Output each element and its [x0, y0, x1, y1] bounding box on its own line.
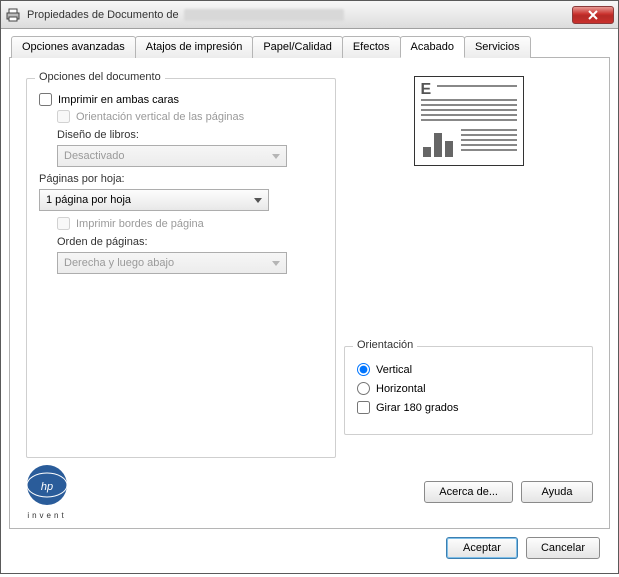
cancel-button[interactable]: Cancelar [526, 537, 600, 559]
orientation-group: Orientación Vertical Horizontal Girar 18… [344, 346, 593, 435]
print-page-borders-input [57, 217, 70, 230]
preview-letter-icon: E [421, 81, 432, 99]
orientation-landscape-radio[interactable]: Horizontal [357, 382, 580, 395]
window-title: Propiedades de Documento de [27, 0, 572, 29]
close-button[interactable] [572, 6, 614, 24]
rotate-180-checkbox[interactable]: Girar 180 grados [357, 401, 580, 414]
hp-logo-icon: hp [26, 464, 68, 506]
flip-pages-up-input [57, 110, 70, 123]
panel-footer: hp invent Acerca de... Ayuda [26, 464, 593, 520]
orientation-legend: Orientación [353, 339, 417, 351]
rotate-180-input[interactable] [357, 401, 370, 414]
print-page-borders-checkbox: Imprimir bordes de página [57, 217, 323, 230]
tab-strip: Opciones avanzadas Atajos de impresión P… [9, 35, 610, 58]
print-page-borders-label: Imprimir bordes de página [76, 218, 204, 230]
dialog-footer: Aceptar Cancelar [9, 529, 610, 569]
svg-text:hp: hp [41, 481, 53, 493]
client-area: Opciones avanzadas Atajos de impresión P… [1, 29, 618, 577]
print-both-sides-checkbox[interactable]: Imprimir en ambas caras [39, 93, 323, 106]
titlebar[interactable]: Propiedades de Documento de [1, 1, 618, 29]
page-order-combo: Derecha y luego abajo [57, 252, 287, 274]
document-options-legend: Opciones del documento [35, 71, 165, 83]
flip-pages-up-label: Orientación vertical de las páginas [76, 111, 244, 123]
page-preview: E [414, 76, 524, 166]
orientation-landscape-label: Horizontal [376, 383, 426, 395]
print-properties-window: Propiedades de Documento de Opciones ava… [0, 0, 619, 574]
tab-services[interactable]: Servicios [464, 36, 531, 58]
ok-button[interactable]: Aceptar [446, 537, 518, 559]
hp-logo-text: invent [26, 511, 68, 520]
page-order-label: Orden de páginas: [57, 236, 323, 248]
pages-per-sheet-label: Páginas por hoja: [39, 173, 323, 185]
orientation-portrait-radio[interactable]: Vertical [357, 363, 580, 376]
hp-logo: hp invent [26, 464, 68, 520]
booklet-layout-combo: Desactivado [57, 145, 287, 167]
orientation-portrait-label: Vertical [376, 364, 412, 376]
pages-per-sheet-combo[interactable]: 1 página por hoja [39, 189, 269, 211]
booklet-layout-label: Diseño de libros: [57, 129, 323, 141]
printer-icon [5, 7, 21, 23]
help-button[interactable]: Ayuda [521, 481, 593, 503]
tab-panel-finishing: Opciones del documento Imprimir en ambas… [9, 58, 610, 529]
print-both-sides-label: Imprimir en ambas caras [58, 94, 179, 106]
rotate-180-label: Girar 180 grados [376, 402, 459, 414]
chevron-down-icon [272, 154, 280, 159]
pages-per-sheet-value: 1 página por hoja [46, 194, 131, 206]
orientation-landscape-input[interactable] [357, 382, 370, 395]
orientation-portrait-input[interactable] [357, 363, 370, 376]
page-order-value: Derecha y luego abajo [64, 257, 174, 269]
booklet-layout-value: Desactivado [64, 150, 125, 162]
printer-name-redacted [184, 9, 344, 21]
tab-finishing[interactable]: Acabado [400, 36, 465, 58]
tab-paper-quality[interactable]: Papel/Calidad [252, 36, 343, 58]
chevron-down-icon [254, 198, 262, 203]
tab-shortcuts[interactable]: Atajos de impresión [135, 36, 254, 58]
print-both-sides-input[interactable] [39, 93, 52, 106]
tab-advanced[interactable]: Opciones avanzadas [11, 36, 136, 58]
close-icon [588, 10, 598, 20]
tab-effects[interactable]: Efectos [342, 36, 401, 58]
chevron-down-icon [272, 261, 280, 266]
flip-pages-up-checkbox: Orientación vertical de las páginas [57, 110, 323, 123]
about-button[interactable]: Acerca de... [424, 481, 513, 503]
document-options-group: Opciones del documento Imprimir en ambas… [26, 78, 336, 458]
preview-chart-icon [423, 133, 453, 157]
